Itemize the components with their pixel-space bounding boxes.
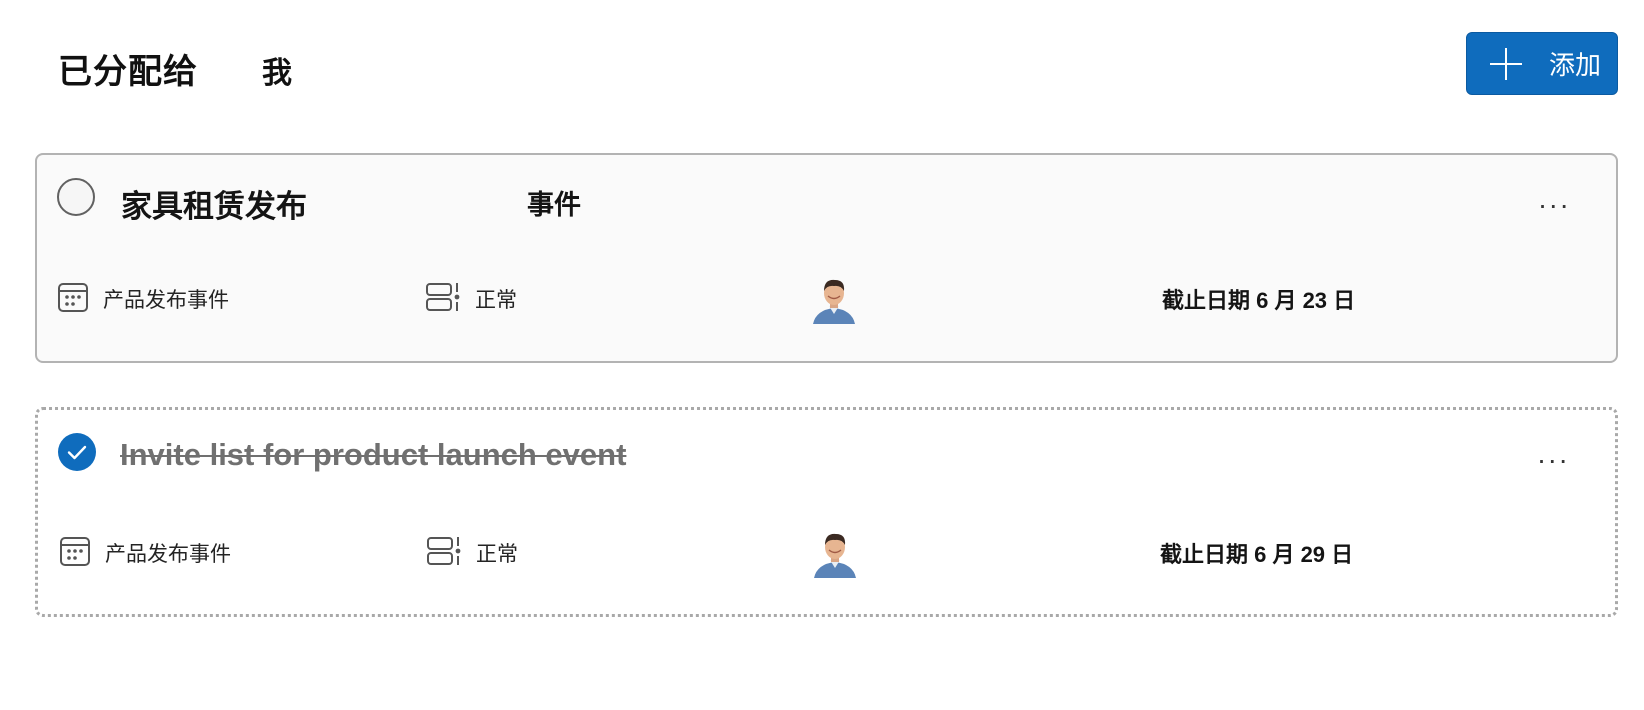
task-card[interactable]: Invite list for product launch event ...… bbox=[35, 407, 1618, 617]
more-options-button[interactable]: ... bbox=[1539, 183, 1571, 215]
priority-info: 正常 bbox=[425, 273, 517, 325]
due-date: 截止日期 6 月 23 日 bbox=[1162, 273, 1355, 325]
bucket-name: 产品发布事件 bbox=[105, 543, 231, 566]
task-card[interactable]: 家具租赁发布 事件 ... 产品发布事件 正常 截止日期 6 月 23 日 bbox=[35, 153, 1618, 363]
checkmark-icon bbox=[67, 445, 87, 460]
due-date: 截止日期 6 月 29 日 bbox=[1160, 527, 1353, 579]
complete-checkbox[interactable] bbox=[58, 433, 96, 471]
due-date-text: 截止日期 6 月 29 日 bbox=[1160, 542, 1354, 567]
task-details-row: 产品发布事件 正常 bbox=[38, 527, 1615, 579]
add-button[interactable]: 添加 bbox=[1466, 32, 1618, 95]
assignee-avatar[interactable] bbox=[813, 273, 855, 325]
bucket-name: 产品发布事件 bbox=[103, 289, 229, 312]
avatar bbox=[813, 279, 855, 324]
priority-value: 正常 bbox=[475, 289, 517, 312]
task-label-tag: 事件 bbox=[527, 190, 581, 220]
task-title[interactable]: Invite list for product launch event bbox=[120, 437, 626, 473]
calendar-icon bbox=[59, 535, 91, 572]
assignee-avatar[interactable] bbox=[814, 527, 856, 579]
plus-icon bbox=[1487, 45, 1525, 83]
priority-info: 正常 bbox=[426, 527, 518, 579]
assigned-to-label: 已分配给 bbox=[58, 53, 198, 91]
due-date-text: 截止日期 6 月 23 日 bbox=[1162, 288, 1356, 313]
more-options-button[interactable]: ... bbox=[1538, 438, 1570, 470]
add-button-label: 添加 bbox=[1549, 50, 1602, 80]
avatar bbox=[814, 533, 856, 578]
priority-layout-icon bbox=[426, 535, 462, 572]
priority-layout-icon bbox=[425, 281, 461, 318]
task-details-row: 产品发布事件 正常 bbox=[37, 273, 1616, 325]
bucket-info: 产品发布事件 bbox=[59, 527, 231, 579]
calendar-icon bbox=[57, 281, 89, 318]
complete-checkbox[interactable] bbox=[57, 178, 95, 216]
task-title[interactable]: 家具租赁发布 bbox=[121, 181, 307, 226]
assignee-filter[interactable]: 我 bbox=[262, 48, 292, 92]
priority-value: 正常 bbox=[476, 543, 518, 566]
bucket-info: 产品发布事件 bbox=[57, 273, 229, 325]
